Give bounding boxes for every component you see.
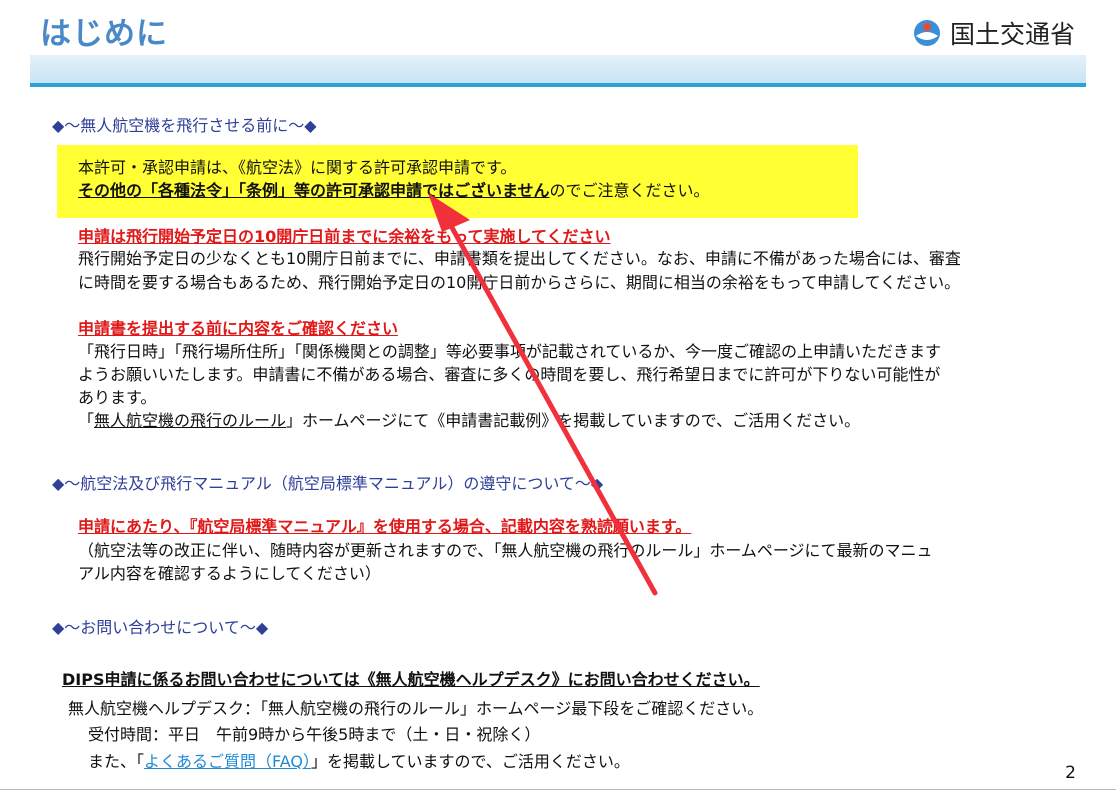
deadline-heading: 申請は飛行開始予定日の10開庁日前までに余裕をもって実施してください — [78, 227, 611, 246]
section-heading-contact: ◆～お問い合わせについて～◆ — [52, 618, 269, 637]
hours-line: 受付時間：平日 午前9時から午後5時まで（土・日・祝除く） — [88, 725, 541, 744]
notice-underlined-text: その他の「各種法令」「条例」等の許可承認申請ではございません — [78, 181, 550, 200]
page-title: はじめに — [40, 16, 168, 52]
notice-line-2: その他の「各種法令」「条例」等の許可承認申請ではございませんのでご注意ください。 — [78, 180, 710, 202]
bracket-open: 「 — [78, 411, 95, 430]
confirm-text-4-rest: 」ホームページにて《申請書記載例》を掲載していますので、ご活用ください。 — [286, 411, 861, 430]
section-heading-manual: ◆～航空法及び飛行マニュアル（航空局標準マニュアル）の遵守について～◆ — [52, 474, 604, 493]
header-divider — [30, 83, 1086, 87]
notice-line-1: 本許可・承認申請は、《航空法》に関する許可承認申請です。 — [78, 158, 517, 177]
flight-rules-link[interactable]: 無人航空機の飛行のルール — [94, 411, 286, 430]
faq-prefix: また、「 — [88, 752, 145, 771]
section-heading-before-flight: ◆～無人航空機を飛行させる前に～◆ — [52, 116, 317, 135]
bottom-rule — [0, 789, 1116, 790]
manual-text-1: （航空法等の改正に伴い、随時内容が更新されますので、「無人航空機の飛行のルール」… — [78, 541, 933, 560]
manual-text-2: アル内容を確認するようにしてください） — [78, 564, 381, 583]
deadline-text-2: に時間を要する場合もあるため、飛行開始予定日の10開庁日前からさらに、期間に相当… — [78, 273, 961, 292]
deadline-text-1: 飛行開始予定日の少なくとも10開庁日前までに、申請書類を提出してください。なお、… — [78, 249, 961, 268]
mlit-logo-icon — [914, 20, 940, 46]
ministry-name: 国土交通省 — [950, 20, 1076, 49]
manual-heading: 申請にあたり、『航空局標準マニュアル』を使用する場合、記載内容を熟読願います。 — [78, 517, 692, 536]
helpdesk-line: 無人航空機ヘルプデスク：「無人航空機の飛行のルール」ホームページ最下段をご確認く… — [68, 699, 764, 718]
ministry-logo: 国土交通省 — [912, 16, 1075, 50]
faq-link[interactable]: よくあるご質問（FAQ） — [144, 752, 311, 771]
faq-line: また、「よくあるご質問（FAQ）」を掲載していますので、ご活用ください。 — [88, 751, 630, 773]
confirm-text-1: 「飛行日時」「飛行場所住所」「関係機関との調整」等必要事項が記載されているか、今… — [78, 342, 942, 361]
contact-bold-line: DIPS申請に係るお問い合わせについては《無人航空機ヘルプデスク》にお問い合わせ… — [62, 670, 760, 689]
header-band — [30, 55, 1086, 83]
faq-suffix: 」を掲載していますので、ご活用ください。 — [311, 752, 630, 771]
confirm-text-4: 「無人航空機の飛行のルール」ホームページにて《申請書記載例》を掲載していますので… — [78, 410, 860, 432]
confirm-text-2: ようお願いいたします。申請書に不備がある場合、審査に多くの時間を要し、飛行希望日… — [78, 365, 941, 384]
confirm-text-3: あります。 — [78, 388, 157, 407]
confirm-heading: 申請書を提出する前に内容をご確認ください — [78, 319, 399, 338]
notice-rest-text: のでご注意ください。 — [549, 181, 710, 200]
page-number: 2 — [1065, 763, 1076, 783]
